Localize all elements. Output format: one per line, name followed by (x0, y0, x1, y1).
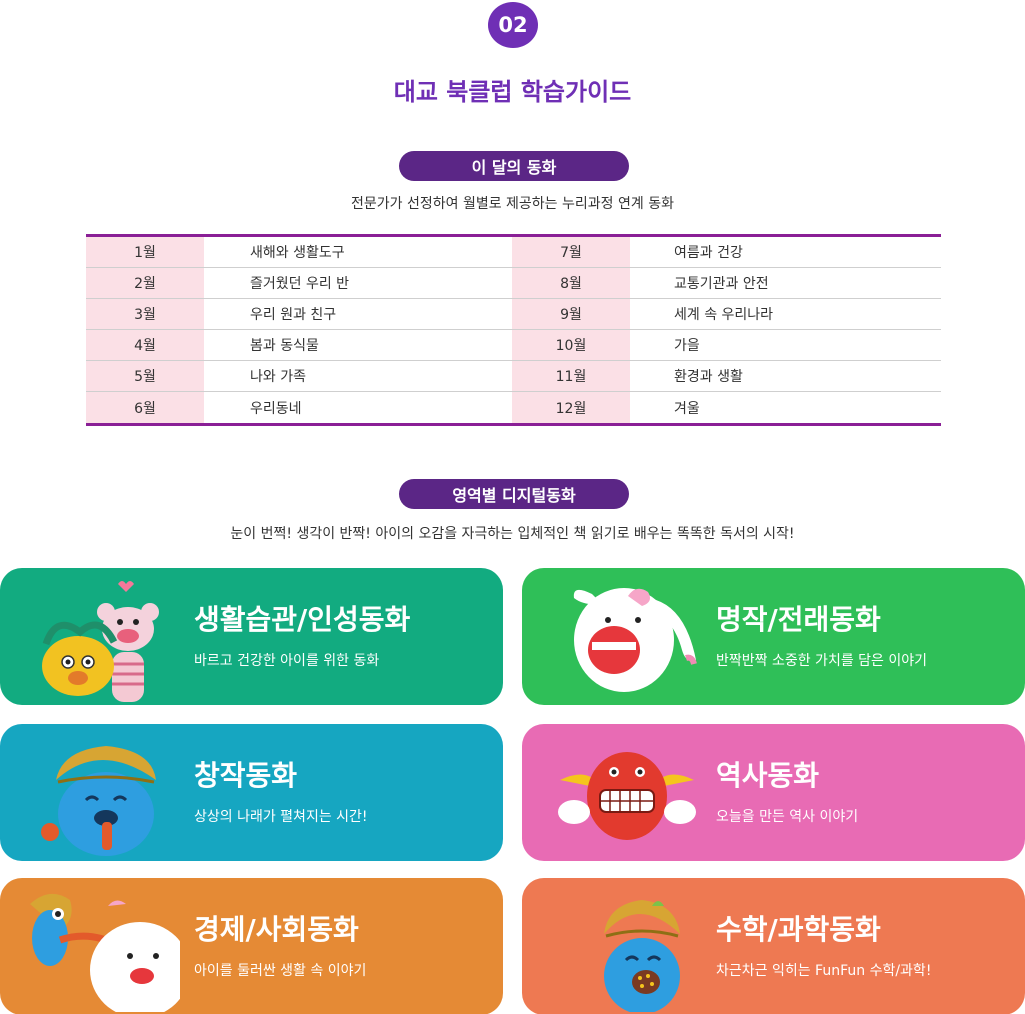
blue-bear-character-icon (41, 746, 156, 856)
month-cell: 7월 (512, 237, 630, 267)
month-cell: 2월 (86, 268, 204, 298)
table-row: 6월 우리동네 12월 겨울 (86, 392, 941, 423)
month-cell: 11월 (512, 361, 630, 391)
red-mask-character-icon (558, 752, 696, 840)
table-row: 3월 우리 원과 친구 9월 세계 속 우리나라 (86, 299, 941, 330)
card-title: 명작/전래동화 (716, 603, 881, 636)
card-title: 수학/과학동화 (716, 913, 881, 946)
table-row: 5월 나와 가족 11월 환경과 생활 (86, 361, 941, 392)
category-card-economy[interactable]: 경제/사회동화 아이를 둘러싼 생활 속 이야기 (0, 878, 503, 1014)
month-cell: 10월 (512, 330, 630, 360)
table-row: 2월 즐거웠던 우리 반 8월 교통기관과 안전 (86, 268, 941, 299)
table-row: 4월 봄과 동식물 10월 가을 (86, 330, 941, 361)
step-number-badge: 02 (488, 2, 538, 48)
theme-cell: 가을 (674, 338, 700, 354)
blue-bear-corn-character-icon (604, 900, 680, 1012)
category-card-math-science[interactable]: 수학/과학동화 차근차근 익히는 FunFun 수학/과학! (522, 878, 1025, 1014)
page-title: 대교 북클럽 학습가이드 (393, 78, 632, 106)
monthly-section-subtitle: 전문가가 선정하여 월별로 제공하는 누리과정 연계 동화 (351, 196, 674, 212)
card-title: 생활습관/인성동화 (194, 603, 411, 636)
card-description: 바르고 건강한 아이를 위한 동화 (194, 653, 380, 669)
monthly-section-badge: 이 달의 동화 (399, 151, 629, 181)
theme-cell: 우리 원과 친구 (250, 307, 337, 323)
card-description: 반짝반짝 소중한 가치를 담은 이야기 (716, 653, 927, 669)
theme-cell: 봄과 동식물 (250, 338, 319, 354)
white-rabbit-character-icon (573, 588, 697, 692)
category-card-classics[interactable]: 명작/전래동화 반짝반짝 소중한 가치를 담은 이야기 (522, 568, 1025, 705)
theme-cell: 여름과 건강 (674, 245, 743, 261)
month-cell: 8월 (512, 268, 630, 298)
card-title: 창작동화 (194, 759, 298, 792)
month-cell: 12월 (512, 392, 630, 423)
card-description: 아이를 둘러싼 생활 속 이야기 (194, 963, 367, 979)
card-title: 역사동화 (716, 759, 820, 792)
theme-cell: 교통기관과 안전 (674, 276, 769, 292)
pig-and-lion-character-icon (42, 581, 159, 702)
month-cell: 1월 (86, 237, 204, 267)
theme-cell: 새해와 생활도구 (250, 245, 345, 261)
month-cell: 4월 (86, 330, 204, 360)
theme-cell: 환경과 생활 (674, 369, 743, 385)
month-cell: 9월 (512, 299, 630, 329)
digital-section-badge: 영역별 디지털동화 (399, 479, 629, 509)
bear-and-rabbit-character-icon (30, 893, 180, 1012)
monthly-story-table: 1월 새해와 생활도구 7월 여름과 건강 2월 즐거웠던 우리 반 8월 교통… (86, 234, 941, 426)
card-description: 상상의 나래가 펼쳐지는 시간! (194, 809, 368, 825)
month-cell: 3월 (86, 299, 204, 329)
category-card-history[interactable]: 역사동화 오늘을 만든 역사 이야기 (522, 724, 1025, 861)
theme-cell: 세계 속 우리나라 (674, 307, 774, 323)
theme-cell: 겨울 (674, 400, 700, 417)
card-description: 오늘을 만든 역사 이야기 (716, 809, 859, 825)
theme-cell: 즐거웠던 우리 반 (250, 276, 350, 292)
theme-cell: 나와 가족 (250, 369, 306, 385)
month-cell: 5월 (86, 361, 204, 391)
month-cell: 6월 (86, 392, 204, 423)
theme-cell: 우리동네 (250, 400, 302, 417)
category-card-habits[interactable]: 생활습관/인성동화 바르고 건강한 아이를 위한 동화 (0, 568, 503, 705)
card-description: 차근차근 익히는 FunFun 수학/과학! (716, 963, 932, 979)
digital-section-subtitle: 눈이 번쩍! 생각이 반짝! 아이의 오감을 자극하는 입체적인 책 읽기로 배… (230, 526, 795, 542)
card-title: 경제/사회동화 (194, 913, 359, 946)
table-row: 1월 새해와 생활도구 7월 여름과 건강 (86, 237, 941, 268)
category-card-creative[interactable]: 창작동화 상상의 나래가 펼쳐지는 시간! (0, 724, 503, 861)
